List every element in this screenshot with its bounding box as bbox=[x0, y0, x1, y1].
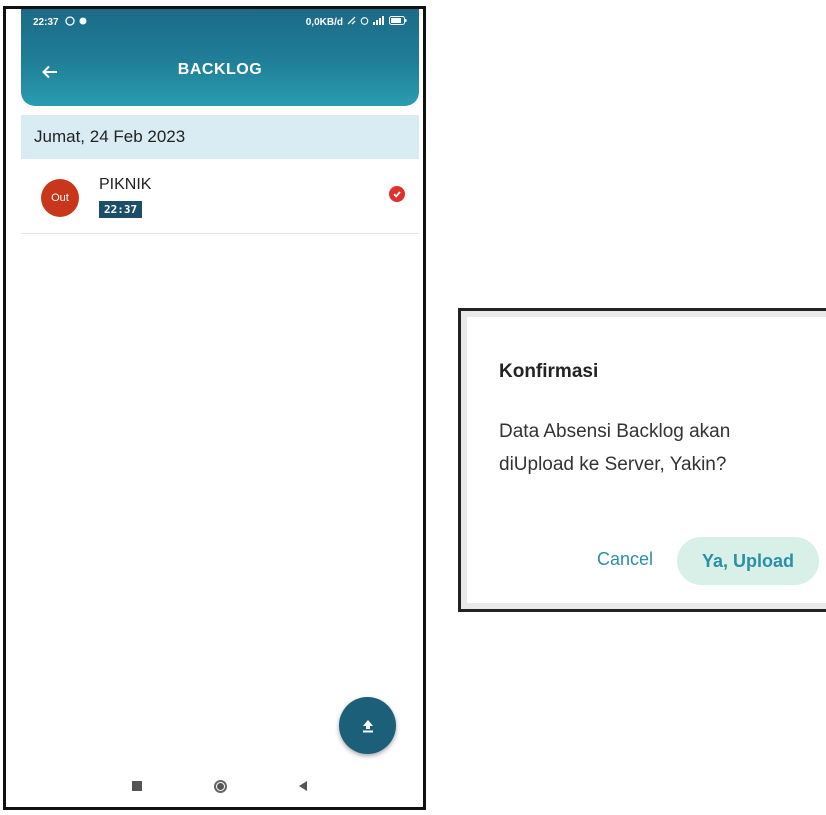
date-group-header: Jumat, 24 Feb 2023 bbox=[21, 115, 419, 159]
recents-button[interactable] bbox=[127, 776, 147, 796]
confirm-dialog: Konfirmasi Data Absensi Backlog akan diU… bbox=[458, 308, 826, 612]
status-time: 22:37 bbox=[33, 16, 59, 28]
check-circle-icon bbox=[389, 186, 405, 202]
network-speed: 0,0KB/d bbox=[305, 16, 343, 28]
whatsapp-icon bbox=[64, 15, 75, 29]
item-time-badge: 22:37 bbox=[99, 201, 143, 218]
signal-icon bbox=[347, 16, 356, 28]
alarm-icon bbox=[360, 16, 369, 28]
status-right-group: 0,0KB/d bbox=[306, 16, 407, 28]
phone-screen: 22:37 0,0KB/d BACKLOG Jumat, 24 Feb 2023… bbox=[3, 6, 426, 810]
upload-fab-button[interactable] bbox=[339, 697, 396, 754]
cancel-button[interactable]: Cancel bbox=[597, 549, 653, 570]
system-nav-bar bbox=[21, 765, 419, 807]
recents-icon bbox=[132, 781, 142, 791]
dialog-message: Data Absensi Backlog akan diUpload ke Se… bbox=[499, 421, 731, 475]
cellular-icon bbox=[373, 16, 385, 28]
upload-icon bbox=[362, 719, 373, 732]
list-item[interactable]: Out PIKNIK 22:37 bbox=[21, 164, 419, 234]
item-title: PIKNIK bbox=[99, 176, 152, 193]
app-header: 22:37 0,0KB/d BACKLOG bbox=[21, 9, 419, 106]
out-badge: Out bbox=[41, 179, 79, 217]
home-button[interactable] bbox=[210, 776, 230, 796]
home-icon bbox=[213, 779, 227, 793]
system-back-button[interactable] bbox=[293, 776, 313, 796]
confirm-upload-button[interactable]: Ya, Upload bbox=[677, 537, 819, 585]
back-triangle-icon bbox=[299, 781, 307, 791]
dialog-title: Konfirmasi bbox=[499, 361, 599, 382]
page-title: BACKLOG bbox=[177, 61, 263, 78]
battery-icon bbox=[389, 16, 407, 28]
status-bar: 22:37 0,0KB/d bbox=[21, 9, 419, 35]
notification-dot-icon bbox=[79, 17, 87, 28]
